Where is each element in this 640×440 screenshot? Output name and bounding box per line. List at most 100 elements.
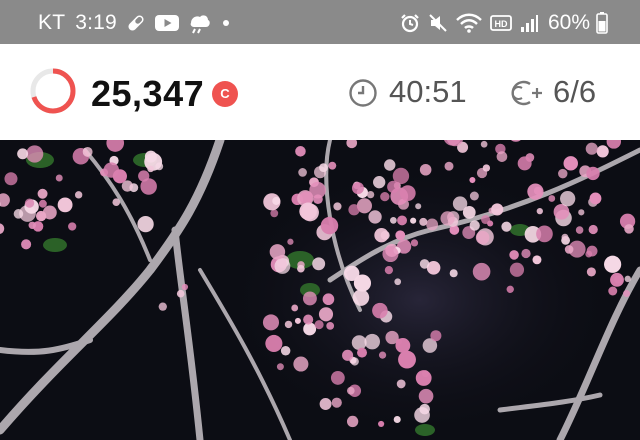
blossom-petal	[262, 314, 280, 331]
blossom-petal	[287, 238, 294, 245]
blossom-petal	[509, 250, 519, 260]
blossom-petal	[586, 166, 600, 181]
blossom-petal	[419, 259, 430, 269]
blossom-petal	[364, 333, 380, 350]
blossom-petal	[4, 172, 18, 186]
blossom-petal	[393, 415, 401, 424]
hd-icon: HD	[490, 14, 512, 32]
blossom-petal	[374, 228, 389, 243]
blossom-petal	[394, 278, 402, 286]
blossom-petal	[561, 233, 569, 241]
youtube-icon	[154, 14, 179, 32]
blossom-petal	[353, 274, 372, 292]
blossom-petal	[328, 161, 337, 170]
blossom-petal	[38, 199, 47, 208]
mute-icon	[428, 13, 448, 33]
blossom-petal	[496, 151, 508, 162]
battery-icon	[596, 12, 608, 34]
blossom-petal	[585, 142, 598, 155]
blossom-petal	[294, 317, 301, 324]
blossom-petal	[140, 178, 157, 195]
blossom-petal	[357, 347, 368, 358]
blossom-petal	[487, 220, 494, 227]
blossom-petal	[319, 163, 328, 172]
blossom-petal	[418, 388, 434, 404]
reward-header: 25,347 C 40:51 6/6	[0, 44, 640, 140]
blossom-petal	[396, 338, 403, 345]
blossom-petal	[372, 302, 388, 319]
blossom-petal	[624, 275, 631, 283]
blossom-petal	[155, 162, 164, 171]
blossom-petal	[297, 264, 305, 273]
blossom-petal	[430, 330, 442, 342]
countdown-timer: 40:51	[389, 74, 467, 109]
blossom-petal	[536, 225, 553, 243]
blossom-petal	[319, 398, 332, 410]
blossom-petal	[352, 289, 370, 306]
blossom-petal	[426, 218, 439, 231]
blossom-petal	[532, 255, 542, 265]
status-bar-right: HD 60%	[400, 11, 616, 34]
blossom-petal	[103, 162, 120, 178]
blossom-petal	[158, 302, 167, 311]
blossom-petal	[475, 230, 490, 245]
blossom-petal	[68, 222, 77, 231]
blossom-petal	[303, 322, 317, 336]
blossom-petal	[389, 217, 397, 224]
blossom-petal	[35, 210, 47, 222]
blossom-petal	[384, 159, 396, 171]
blossom-petal	[272, 196, 281, 205]
blossom-petal	[560, 191, 576, 207]
dot-icon	[219, 16, 233, 30]
blossom-petal	[331, 397, 342, 408]
blossom-petal	[610, 272, 624, 287]
blossom-petal	[440, 211, 455, 226]
progress-ring	[30, 68, 76, 114]
wifi-icon	[456, 13, 482, 33]
blossom-petal	[269, 244, 286, 260]
blossom-petal	[284, 320, 293, 329]
blossom-petal	[137, 215, 154, 233]
blossom-petal	[312, 257, 326, 271]
blossom-petal	[462, 205, 476, 219]
blossom-petal	[322, 293, 335, 306]
points-total: 25,347	[91, 73, 205, 114]
coin-plus-icon	[511, 80, 542, 106]
blossom-petal	[17, 148, 29, 160]
blossom-petal	[330, 370, 345, 385]
blossom-petal	[380, 191, 390, 202]
blossom-petal	[368, 210, 382, 224]
blossom-petal	[449, 269, 458, 278]
blossom-petal	[274, 258, 291, 274]
blossom-petal	[280, 346, 291, 356]
blossom-petal	[387, 180, 400, 193]
blossom-petal	[397, 215, 407, 226]
status-time: 3:19	[75, 11, 117, 34]
blossom-petal	[299, 191, 313, 205]
blossom-petal	[295, 146, 306, 157]
blossom-petal	[395, 230, 406, 241]
blossom-petal	[13, 209, 24, 219]
blossom-petal	[57, 197, 73, 213]
blossom-petal	[270, 209, 279, 218]
blossom-petal	[378, 351, 387, 359]
blossom-petal	[536, 207, 543, 215]
blossom-petal	[558, 168, 568, 179]
blossom-petal	[624, 224, 634, 234]
blossom-petal	[553, 204, 570, 220]
blossom-petal	[378, 420, 385, 428]
blossom-petal	[326, 322, 335, 330]
blossom-petal	[501, 221, 512, 232]
blossom-petal	[318, 307, 334, 322]
blossom-petal	[26, 145, 44, 163]
blossom-petal	[415, 203, 422, 210]
blossom-petal	[320, 216, 339, 235]
blossom-petal	[366, 190, 375, 199]
blossom-petal	[586, 267, 596, 277]
blossom-petal	[373, 176, 386, 189]
blossom-petal	[74, 191, 83, 199]
blossom-petal	[410, 217, 417, 224]
blossom-petal	[410, 239, 419, 247]
blossom-petal	[419, 217, 428, 226]
blossom-petal	[302, 291, 317, 306]
